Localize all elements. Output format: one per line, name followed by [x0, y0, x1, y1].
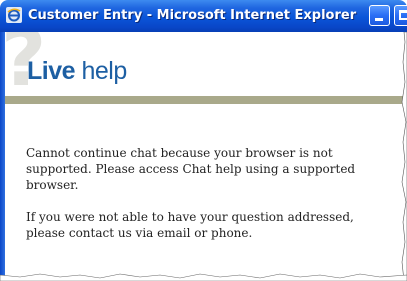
message-paragraph-2: If you were not able to have your questi…: [26, 210, 354, 240]
header-divider: [5, 96, 405, 104]
logo-help-text: help: [75, 57, 127, 85]
minimize-button[interactable]: [369, 5, 390, 26]
logo-live-text: Live: [27, 57, 76, 85]
page-header: ? Live help: [5, 32, 405, 96]
torn-edge-bottom: [0, 273, 407, 281]
window-title: Customer Entry - Microsoft Internet Expl…: [28, 8, 357, 23]
maximize-button[interactable]: [394, 5, 407, 26]
live-help-logo: Live help: [27, 57, 127, 86]
message-paragraph-1: Cannot continue chat because your browse…: [26, 146, 356, 192]
message-area: Cannot continue chat because your browse…: [26, 145, 396, 241]
torn-edge-right: [401, 32, 407, 281]
ie-icon: [6, 7, 22, 23]
title-bar[interactable]: Customer Entry - Microsoft Internet Expl…: [0, 0, 407, 32]
